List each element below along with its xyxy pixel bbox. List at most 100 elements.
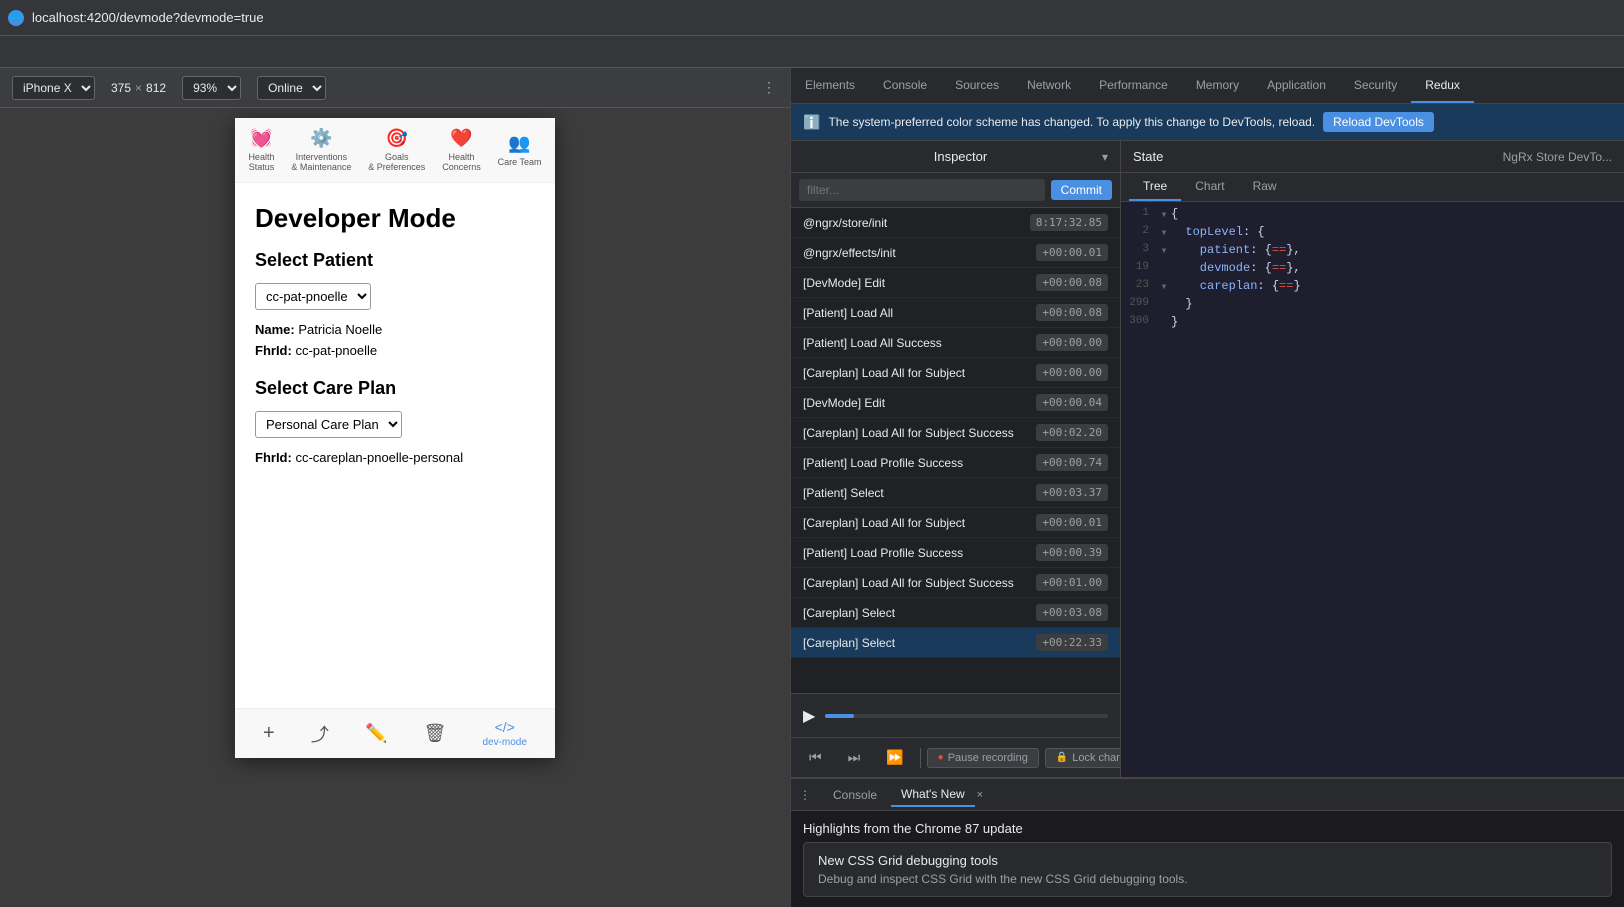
name-value: Patricia Noelle	[298, 322, 382, 337]
toggle-1[interactable]: ▾	[1157, 207, 1171, 222]
action-item[interactable]: [Careplan] Load All for Subject Success …	[791, 568, 1120, 598]
network-select[interactable]: Online	[257, 76, 326, 100]
commit-button[interactable]: Commit	[1051, 180, 1112, 200]
name-label: Name:	[255, 322, 295, 337]
step-forward-button[interactable]: ⏭	[838, 746, 871, 769]
action-item[interactable]: [Careplan] Load All for Subject +00:00.0…	[791, 508, 1120, 538]
nav-label-interventions: Interventions& Maintenance	[291, 152, 351, 172]
action-item[interactable]: [Patient] Select +00:03.37	[791, 478, 1120, 508]
console-menu-icon[interactable]: ⋮	[799, 788, 811, 802]
pause-recording-label: Pause recording	[948, 752, 1028, 764]
patient-name-field: Name: Patricia Noelle	[255, 322, 535, 337]
patient-dropdown[interactable]: cc-pat-pnoelle	[255, 283, 371, 310]
action-item[interactable]: [Careplan] Load All for Subject Success …	[791, 418, 1120, 448]
controls-bar: ⏮ ⏭ ⏩ ● Pause recording 🔒 Lock changes 💾	[791, 737, 1120, 777]
careplan-fhrid-field: FhrId: cc-careplan-pnoelle-personal	[255, 450, 535, 465]
action-name: [Careplan] Load All for Subject Success	[803, 426, 1014, 440]
device-select[interactable]: iPhone X	[12, 76, 95, 100]
tab-security[interactable]: Security	[1340, 68, 1411, 103]
tab-memory[interactable]: Memory	[1182, 68, 1253, 103]
play-button[interactable]: ▶	[803, 706, 815, 726]
add-button[interactable]: +	[263, 722, 275, 745]
devtools-content: Inspector ▾ Commit @ngrx/store/init 8:17…	[791, 141, 1624, 777]
inspector-chevron-icon[interactable]: ▾	[1102, 150, 1108, 164]
action-name: [Patient] Load All	[803, 306, 893, 320]
info-banner: ℹ️ The system-preferred color scheme has…	[791, 104, 1624, 141]
step-next-button[interactable]: ⏩	[876, 746, 913, 769]
filter-input[interactable]	[799, 179, 1045, 201]
action-name: [Careplan] Select	[803, 636, 895, 650]
nav-health-status[interactable]: 💓 HealthStatus	[248, 128, 274, 172]
devtools-state-view: State NgRx Store DevTo... Tree Chart Raw…	[1121, 141, 1624, 777]
action-item[interactable]: [DevMode] Edit +00:00.04	[791, 388, 1120, 418]
action-name: [Patient] Select	[803, 486, 884, 500]
tab-performance[interactable]: Performance	[1085, 68, 1182, 103]
zoom-select[interactable]: 93%	[182, 76, 241, 100]
state-tab-raw[interactable]: Raw	[1239, 173, 1291, 201]
action-name: [Careplan] Load All for Subject	[803, 516, 965, 530]
pause-recording-button[interactable]: ● Pause recording	[927, 748, 1039, 768]
highlights-title: Highlights from the Chrome 87 update	[803, 821, 1612, 836]
add-icon: +	[263, 722, 275, 745]
url-bar[interactable]: localhost:4200/devmode?devmode=true	[32, 10, 264, 25]
tab-console[interactable]: Console	[869, 68, 941, 103]
state-tab-chart[interactable]: Chart	[1181, 173, 1238, 201]
careplan-dropdown[interactable]: Personal Care Plan	[255, 411, 402, 438]
action-item[interactable]: @ngrx/store/init 8:17:32.85	[791, 208, 1120, 238]
devmode-button[interactable]: </> dev-mode	[482, 719, 526, 748]
nav-interventions[interactable]: ⚙️ Interventions& Maintenance	[291, 128, 351, 172]
nav-label-health: HealthStatus	[248, 152, 274, 172]
tab-redux[interactable]: Redux	[1411, 68, 1474, 103]
width-value: 375	[111, 81, 131, 95]
delete-button[interactable]: 🗑	[423, 723, 446, 744]
action-item[interactable]: [Careplan] Select +00:22.33	[791, 628, 1120, 658]
lock-changes-button[interactable]: 🔒 Lock changes	[1045, 748, 1120, 768]
action-item[interactable]: @ngrx/effects/init +00:00.01	[791, 238, 1120, 268]
devmode-icon: </>	[495, 719, 515, 735]
toggle-3[interactable]: ▾	[1157, 243, 1171, 258]
console-tabs: ⋮ Console What's New ×	[791, 779, 1624, 811]
action-time: +00:00.01	[1036, 514, 1108, 531]
action-time: +00:22.33	[1036, 634, 1108, 651]
action-item[interactable]: [DevMode] Edit +00:00.08	[791, 268, 1120, 298]
dim-sep: ×	[135, 81, 142, 95]
action-item[interactable]: [Patient] Load Profile Success +00:00.39	[791, 538, 1120, 568]
navigate-button[interactable]: ⤴	[311, 721, 329, 747]
close-whats-new-button[interactable]: ×	[977, 789, 983, 801]
info-icon: ℹ️	[803, 114, 820, 131]
tab-elements[interactable]: Elements	[791, 68, 869, 103]
more-options-button[interactable]: ⋮	[760, 77, 778, 98]
careplan-fhrid-value: cc-careplan-pnoelle-personal	[295, 450, 463, 465]
edit-button[interactable]: ✏️	[365, 723, 387, 744]
action-name: [Careplan] Select	[803, 606, 895, 620]
inspector-header: Inspector ▾	[791, 141, 1120, 173]
inspector-title: Inspector	[819, 149, 1102, 164]
devtools-panel: Elements Console Sources Network Perform…	[790, 68, 1624, 907]
action-item[interactable]: [Careplan] Select +00:03.08	[791, 598, 1120, 628]
timeline-track[interactable]	[825, 714, 1108, 718]
code-line-3: 3 ▾ patient: {==},	[1121, 242, 1624, 260]
toggle-23[interactable]: ▾	[1157, 279, 1171, 294]
action-item[interactable]: [Patient] Load All Success +00:00.00	[791, 328, 1120, 358]
playback-bar: ▶	[791, 693, 1120, 737]
action-item[interactable]: [Patient] Load All +00:00.08	[791, 298, 1120, 328]
step-back-button[interactable]: ⏮	[799, 746, 832, 769]
tab-network[interactable]: Network	[1013, 68, 1085, 103]
reload-devtools-button[interactable]: Reload DevTools	[1323, 112, 1434, 132]
tab-whats-new[interactable]: What's New	[891, 783, 975, 807]
dimensions-display: 375 × 812	[111, 81, 166, 95]
nav-care-team[interactable]: 👥 Care Team	[498, 133, 542, 167]
tab-application[interactable]: Application	[1253, 68, 1340, 103]
tab-console-bottom[interactable]: Console	[823, 784, 887, 806]
edit-icon: ✏️	[365, 723, 387, 744]
select-patient-title: Select Patient	[255, 250, 535, 271]
dev-mode-title: Developer Mode	[255, 203, 535, 234]
nav-health-concerns[interactable]: ❤️ HealthConcerns	[442, 128, 481, 172]
favicon-icon: 🌐	[8, 10, 24, 26]
nav-goals[interactable]: 🎯 Goals& Preferences	[368, 128, 425, 172]
tab-sources[interactable]: Sources	[941, 68, 1013, 103]
state-tab-tree[interactable]: Tree	[1129, 173, 1181, 201]
action-item[interactable]: [Careplan] Load All for Subject +00:00.0…	[791, 358, 1120, 388]
action-item[interactable]: [Patient] Load Profile Success +00:00.74	[791, 448, 1120, 478]
toggle-2[interactable]: ▾	[1157, 225, 1171, 240]
